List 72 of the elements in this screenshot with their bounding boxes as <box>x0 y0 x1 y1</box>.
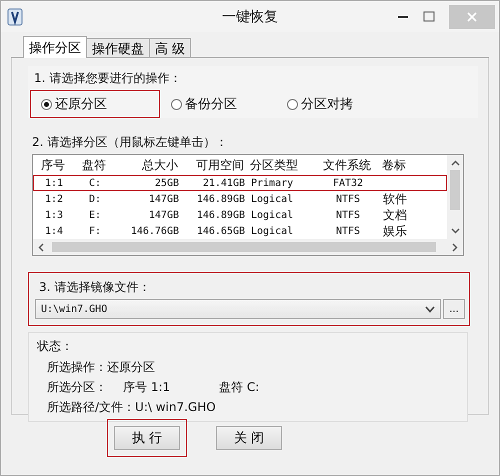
app-icon <box>7 8 23 26</box>
status-text: 盘符 C: <box>219 379 260 396</box>
table-row[interactable]: 1:3 E: 147GB 146.89GB Logical NTFS 文档 <box>33 207 447 223</box>
radio-button[interactable] <box>287 98 298 110</box>
section-label: 2. 请选择分区（用鼠标左键单击）： <box>32 134 228 151</box>
close-icon <box>467 12 477 22</box>
table-cell-text: NTFS <box>334 226 362 236</box>
table-cell-text: 25GB <box>154 178 180 188</box>
radio-button[interactable] <box>171 98 182 110</box>
table-cell-text: 147GB <box>148 194 180 204</box>
radio-option[interactable]: 分区对拷 <box>277 95 353 113</box>
table-cell-text: Logical <box>250 226 294 236</box>
table-cell-text: 软件 <box>382 190 408 208</box>
table-cell-text: 1:3 <box>44 210 64 220</box>
table-cell-text: NTFS <box>334 210 362 220</box>
minimize-icon[interactable] <box>397 14 409 18</box>
table-cell-text: D: <box>88 194 102 204</box>
dialog-button[interactable]: 执 行 <box>114 426 180 450</box>
table-cell-text: 1:2 <box>44 194 64 204</box>
table-cell-text: 146.89GB <box>196 210 246 220</box>
status-title: 状态： <box>37 338 74 355</box>
tab[interactable]: 操作硬盘 <box>86 38 150 57</box>
status-text: 所选操作：还原分区 <box>47 359 155 376</box>
maximize-icon[interactable] <box>423 11 435 22</box>
table-cell-text: 1:1 <box>44 178 64 188</box>
section-label: 3. 请选择镜像文件： <box>39 279 152 296</box>
table-row[interactable]: 1:4 F: 146.76GB 146.65GB Logical NTFS 娱乐 <box>33 223 447 239</box>
column-header[interactable]: 序号 <box>33 156 73 174</box>
chevron-down-icon <box>425 306 435 312</box>
vertical-scrollbar[interactable] <box>447 155 463 239</box>
table-cell-text: C: <box>88 178 102 188</box>
browse-button[interactable]: ... <box>443 299 465 319</box>
table-cell-text: 146.76GB <box>130 226 180 236</box>
radio-option[interactable]: 备份分区 <box>161 95 237 113</box>
chevron-down-icon[interactable] <box>450 228 460 234</box>
chevron-right-icon[interactable] <box>452 242 458 252</box>
table-cell-text: Logical <box>250 194 294 204</box>
table-cell-text: 1:4 <box>44 226 64 236</box>
table-cell-text: E: <box>88 210 102 220</box>
status-text: 所选分区： <box>47 379 107 396</box>
column-header[interactable]: 盘符 <box>73 156 115 174</box>
column-header[interactable]: 可用空间 <box>181 156 247 174</box>
section-label: 1. 请选择您要进行的操作： <box>34 70 182 87</box>
dialog-button[interactable]: 关 闭 <box>216 426 282 450</box>
window-title: 一键恢复 <box>221 8 279 26</box>
table-cell-text: 娱乐 <box>382 222 408 240</box>
column-header[interactable]: 卷标 <box>379 156 429 174</box>
table-cell-text: 147GB <box>148 210 180 220</box>
column-header[interactable]: 文件系统 <box>315 156 379 174</box>
table-cell-text: 文档 <box>382 206 408 224</box>
column-header[interactable]: 总大小 <box>115 156 181 174</box>
radio-option[interactable]: 还原分区 <box>31 95 107 113</box>
table-cell-text: 146.89GB <box>196 194 246 204</box>
status-text: 序号 1:1 <box>123 379 172 396</box>
table-row[interactable]: 1:1 C: 25GB 21.41GB Primary FAT32 <box>33 175 447 191</box>
horizontal-scrollbar[interactable] <box>33 239 463 255</box>
chevron-left-icon[interactable] <box>38 242 44 252</box>
table-cell-text: F: <box>88 226 102 236</box>
table-cell-text: Logical <box>250 210 294 220</box>
table-cell-text: Primary <box>250 178 294 188</box>
table-cell-text: 21.41GB <box>202 178 246 188</box>
radio-button[interactable] <box>41 98 52 110</box>
table-cell-text: 146.65GB <box>196 226 246 236</box>
file-dropdown[interactable]: U:\win7.GHO <box>35 299 441 319</box>
table-row[interactable]: 1:2 D: 147GB 146.89GB Logical NTFS 软件 <box>33 191 447 207</box>
column-header[interactable]: 分区类型 <box>247 156 315 174</box>
tab[interactable]: 高 级 <box>149 38 192 57</box>
table-cell-text: NTFS <box>334 194 362 204</box>
table-cell-text: FAT32 <box>332 178 364 188</box>
tab[interactable]: 操作分区 <box>23 36 87 58</box>
status-text: 所选路径/文件：U:\ win7.GHO <box>47 399 216 416</box>
chevron-up-icon[interactable] <box>450 160 460 166</box>
